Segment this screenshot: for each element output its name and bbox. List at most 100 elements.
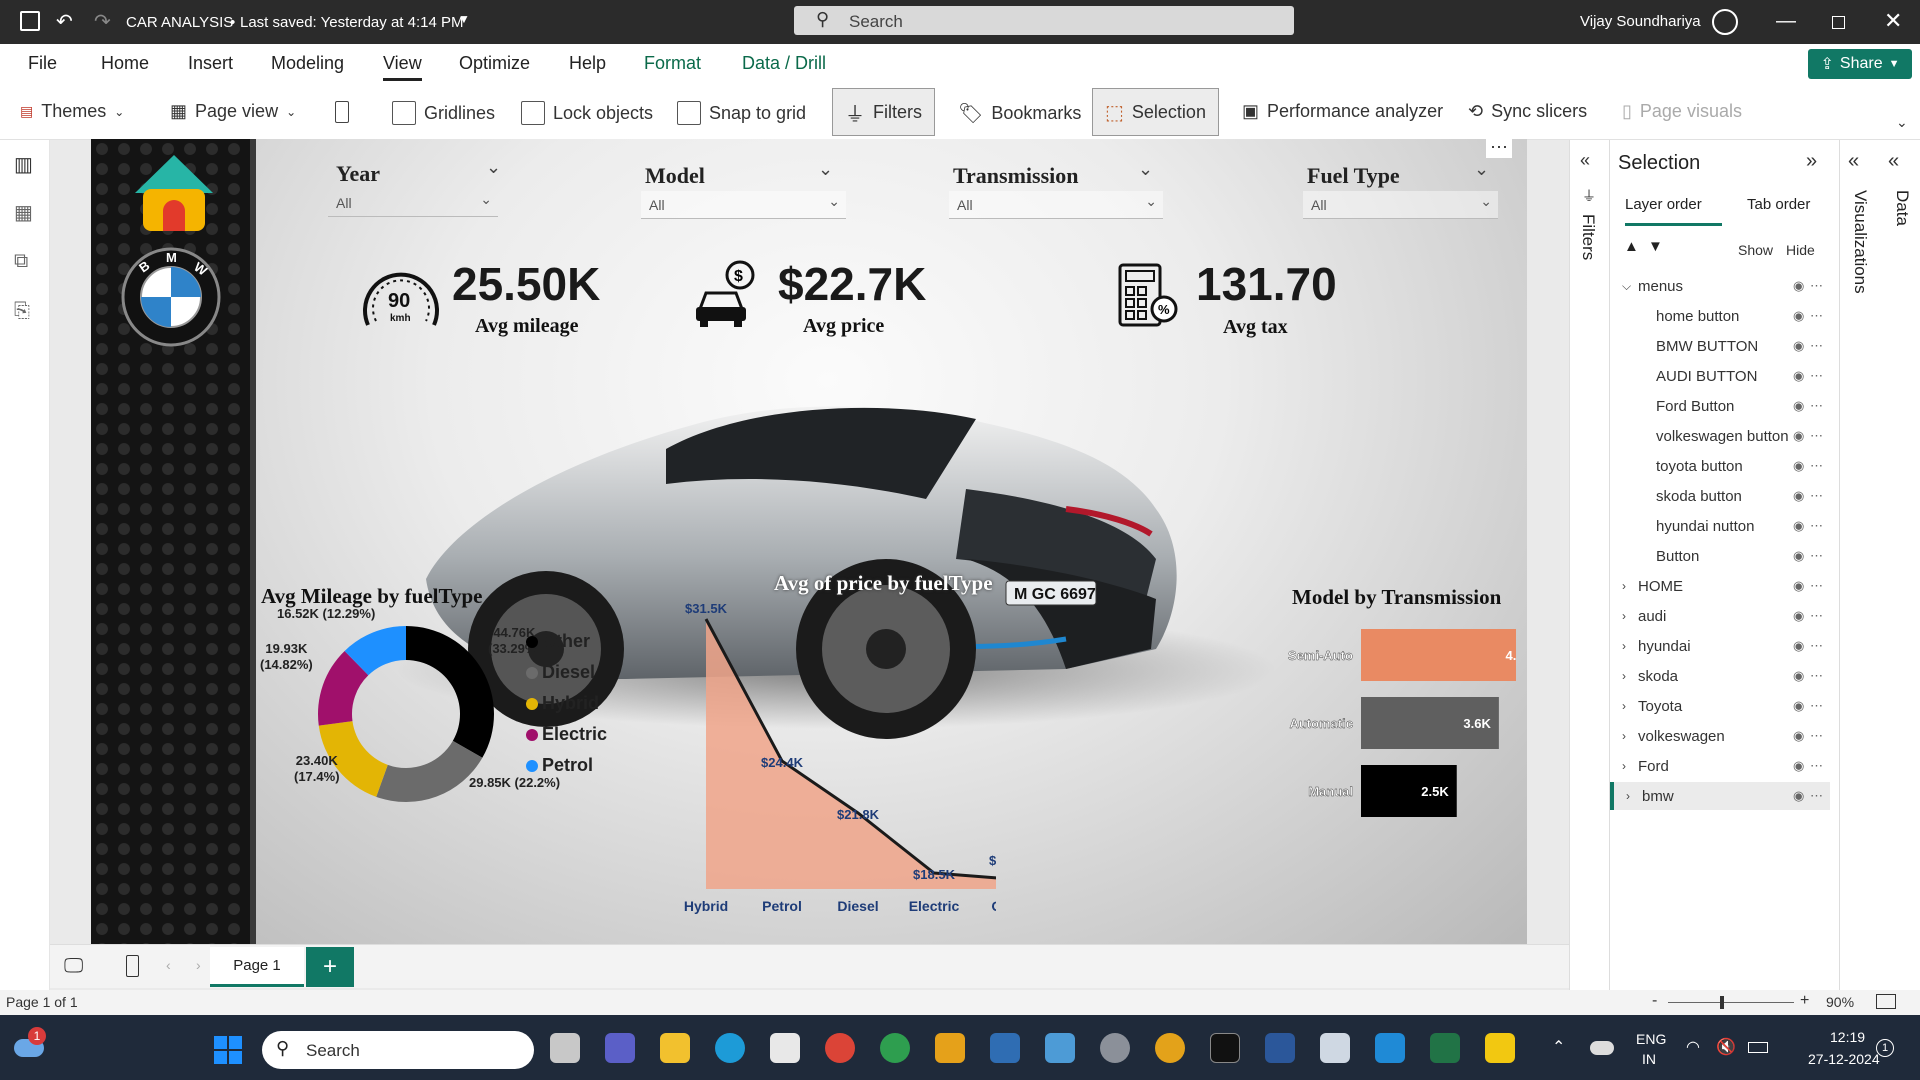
slicer-model-dropdown[interactable]: All ⌄ xyxy=(641,191,846,219)
file-explorer-icon[interactable] xyxy=(660,1033,690,1063)
more-options-icon[interactable]: ⋯ xyxy=(1486,139,1512,158)
sync-slicers-button[interactable]: ⟲ Sync slicers xyxy=(1468,101,1587,122)
layer-item[interactable]: skoda button ◉ ⋯ xyxy=(1610,482,1830,510)
notification-count[interactable]: 1 xyxy=(1876,1039,1894,1057)
hide-all-button[interactable]: Hide xyxy=(1786,242,1815,258)
zoom-out-button[interactable]: - xyxy=(1652,992,1657,1010)
page-view-button[interactable]: ▦ Page view ⌄ xyxy=(170,101,296,122)
move-up-icon[interactable]: ▲ xyxy=(1624,238,1639,255)
layer-item[interactable]: hyundai nutton ◉ ⋯ xyxy=(1610,512,1830,540)
visibility-eye-icon[interactable]: ◉ ⋯ xyxy=(1793,518,1824,534)
bar-semi-auto[interactable] xyxy=(1361,629,1516,681)
layer-item[interactable]: BMW BUTTON ◉ ⋯ xyxy=(1610,332,1830,360)
tab-data-drill[interactable]: Data / Drill xyxy=(742,53,826,74)
share-button[interactable]: ⇪ Share ▼ xyxy=(1808,49,1912,79)
legend-other[interactable]: Other xyxy=(526,631,590,652)
mobile-layout-button[interactable] xyxy=(335,101,349,123)
themes-button[interactable]: ▤ Themes ⌄ xyxy=(20,101,124,122)
settings-icon[interactable] xyxy=(1100,1033,1130,1063)
legend-diesel[interactable]: Diesel xyxy=(526,662,595,683)
prev-page-icon[interactable]: ‹ xyxy=(166,957,171,973)
visibility-eye-icon[interactable]: ◉ ⋯ xyxy=(1793,548,1824,564)
area-chart[interactable]: Hybrid $31.5K Petrol $24.4K Diesel $21.8K Elec… xyxy=(676,599,996,944)
task-view-icon[interactable] xyxy=(550,1033,580,1063)
close-icon[interactable]: ✕ xyxy=(1884,8,1902,34)
windows-start-icon[interactable] xyxy=(214,1036,242,1064)
gridlines-checkbox[interactable]: Gridlines xyxy=(392,101,495,125)
tab-insert[interactable]: Insert xyxy=(188,53,233,74)
power-bi-icon[interactable] xyxy=(1485,1033,1515,1063)
tab-layer-order[interactable]: Layer order xyxy=(1625,196,1722,226)
filters-vertical-label[interactable]: Filters xyxy=(1578,214,1598,260)
volume-icon[interactable]: 🔇 xyxy=(1716,1037,1736,1057)
visibility-eye-icon[interactable]: ◉ ⋯ xyxy=(1793,308,1824,324)
teams-icon[interactable] xyxy=(605,1033,635,1063)
maximize-icon[interactable] xyxy=(1832,16,1845,29)
layer-item[interactable]: › bmw ◉ ⋯ xyxy=(1610,782,1830,810)
bar-chart[interactable]: Semi-Auto 4.7K Automatic 3.6K Manual 2.5K xyxy=(1216,619,1516,829)
filters-button[interactable]: ⏚ Filters xyxy=(832,88,935,136)
next-page-icon[interactable]: › xyxy=(196,957,201,973)
visibility-eye-icon[interactable]: ◉ ⋯ xyxy=(1793,458,1824,474)
data-vertical-label[interactable]: Data xyxy=(1892,190,1912,226)
bookmarks-button[interactable]: 🏷 Bookmarks xyxy=(958,101,1081,126)
visibility-eye-icon[interactable]: ◉ ⋯ xyxy=(1793,398,1824,414)
minimize-icon[interactable]: — xyxy=(1776,10,1796,33)
layer-item[interactable]: Ford Button ◉ ⋯ xyxy=(1610,392,1830,420)
avatar[interactable] xyxy=(1712,9,1738,35)
user-name[interactable]: Vijay Soundhariya xyxy=(1580,13,1701,30)
chevron-up-icon[interactable]: ⌃ xyxy=(1552,1037,1565,1057)
visibility-eye-icon[interactable]: ◉ ⋯ xyxy=(1793,488,1824,504)
donut-slice-diesel[interactable] xyxy=(376,740,483,802)
zoom-thumb[interactable] xyxy=(1720,996,1724,1009)
slicer-transmission-dropdown[interactable]: All ⌄ xyxy=(949,191,1163,219)
chevron-down-icon[interactable]: ⌄ xyxy=(486,157,501,178)
tab-view[interactable]: View xyxy=(383,53,422,81)
word-icon[interactable] xyxy=(1265,1033,1295,1063)
model-view-icon[interactable]: ⧉ xyxy=(14,250,28,273)
chevron-down-icon[interactable]: ⌄ xyxy=(1138,159,1153,180)
chevron-down-icon[interactable]: ⌄ xyxy=(1474,159,1489,180)
table-view-icon[interactable]: ▦ xyxy=(14,200,33,225)
expand-visualizations-icon[interactable]: « xyxy=(1848,150,1859,173)
chevron-right-icon[interactable]: › xyxy=(1622,579,1626,593)
chevron-down-icon[interactable]: ⌄ xyxy=(818,159,833,180)
layer-item[interactable]: AUDI BUTTON ◉ ⋯ xyxy=(1610,362,1830,390)
remote-desktop-icon[interactable] xyxy=(1045,1033,1075,1063)
visibility-eye-icon[interactable]: ◉ ⋯ xyxy=(1793,668,1824,684)
ribbon-expand-icon[interactable]: ⌄ xyxy=(1896,114,1908,131)
slicer-fueltype-dropdown[interactable]: All ⌄ xyxy=(1303,191,1498,219)
store-icon[interactable] xyxy=(770,1033,800,1063)
excel-icon[interactable] xyxy=(1430,1033,1460,1063)
visibility-eye-icon[interactable]: ◉ ⋯ xyxy=(1793,608,1824,624)
chevron-right-icon[interactable]: › xyxy=(1622,759,1626,773)
visibility-eye-icon[interactable]: ◉ ⋯ xyxy=(1793,338,1824,354)
chrome-profile-icon[interactable] xyxy=(880,1033,910,1063)
visualizations-vertical-label[interactable]: Visualizations xyxy=(1850,190,1870,294)
bmw-logo-icon[interactable]: B M W xyxy=(121,247,221,347)
layer-item[interactable]: › audi ◉ ⋯ xyxy=(1610,602,1830,630)
edge-icon[interactable] xyxy=(715,1033,745,1063)
layer-item[interactable]: › volkeswagen ◉ ⋯ xyxy=(1610,722,1830,750)
legend-hybrid[interactable]: Hybrid xyxy=(526,693,599,714)
wifi-icon[interactable]: ◠ xyxy=(1686,1037,1700,1057)
tab-file[interactable]: File xyxy=(28,53,57,74)
chrome-canary-icon[interactable] xyxy=(1155,1033,1185,1063)
redo-icon[interactable]: ↷ xyxy=(94,9,111,34)
layer-item[interactable]: home button ◉ ⋯ xyxy=(1610,302,1830,330)
search-input[interactable]: ⚲ Search xyxy=(794,6,1294,35)
tab-tab-order[interactable]: Tab order xyxy=(1747,196,1810,213)
battery-icon[interactable] xyxy=(1748,1042,1768,1053)
photos-icon[interactable] xyxy=(1375,1033,1405,1063)
page-tab-1[interactable]: Page 1 xyxy=(210,947,304,987)
visibility-eye-icon[interactable]: ◉ ⋯ xyxy=(1793,578,1824,594)
legend-petrol[interactable]: Petrol xyxy=(526,755,593,776)
zoom-slider[interactable] xyxy=(1668,996,1794,1009)
report-view-icon[interactable]: ▥ xyxy=(14,152,33,177)
filters-pane-collapsed[interactable]: « ⏚ Filters xyxy=(1569,140,1609,990)
chevron-right-icon[interactable]: › xyxy=(1622,729,1626,743)
layer-item[interactable]: › skoda ◉ ⋯ xyxy=(1610,662,1830,690)
home-icon[interactable] xyxy=(133,153,215,233)
snipping-tool-icon[interactable] xyxy=(1320,1033,1350,1063)
visibility-eye-icon[interactable]: ◉ ⋯ xyxy=(1793,698,1824,714)
